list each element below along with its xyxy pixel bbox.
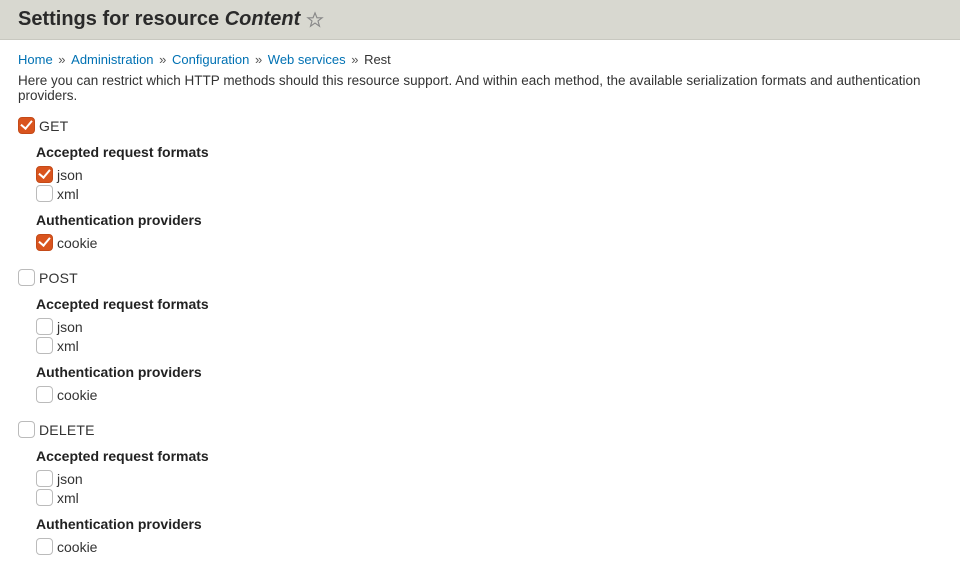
format-label[interactable]: xml <box>57 338 79 354</box>
auth-option-row: cookie <box>36 386 942 403</box>
auth-checkbox[interactable] <box>36 538 53 555</box>
format-option-row: json <box>36 318 942 335</box>
breadcrumb-separator: » <box>348 52 362 67</box>
page-title-resource: Content <box>225 8 301 30</box>
breadcrumb-item[interactable]: Configuration <box>172 52 249 67</box>
method-row: DELETE <box>18 421 942 438</box>
breadcrumb-item: Rest <box>364 52 391 67</box>
auth-checkbox[interactable] <box>36 234 53 251</box>
methods-container: GET Accepted request formats json xml Authen… <box>18 117 942 555</box>
auth-label[interactable]: cookie <box>57 539 97 555</box>
format-label[interactable]: json <box>57 471 83 487</box>
formats-heading: Accepted request formats <box>36 144 942 160</box>
page-header: Settings for resource Content <box>0 0 960 40</box>
format-label[interactable]: json <box>57 167 83 183</box>
method-row: POST <box>18 269 942 286</box>
method-body: Accepted request formats json xml Authentic… <box>18 296 942 403</box>
star-icon[interactable] <box>306 11 324 29</box>
auth-heading: Authentication providers <box>36 212 942 228</box>
format-label[interactable]: xml <box>57 490 79 506</box>
intro-text: Here you can restrict which HTTP methods… <box>18 73 942 103</box>
breadcrumb-separator: » <box>156 52 170 67</box>
auth-label[interactable]: cookie <box>57 235 97 251</box>
format-label[interactable]: xml <box>57 186 79 202</box>
format-checkbox[interactable] <box>36 318 53 335</box>
auth-checkbox[interactable] <box>36 386 53 403</box>
auth-label[interactable]: cookie <box>57 387 97 403</box>
format-label[interactable]: json <box>57 319 83 335</box>
format-option-row: json <box>36 166 942 183</box>
format-checkbox[interactable] <box>36 185 53 202</box>
page-title-prefix: Settings for resource <box>18 8 225 30</box>
method-label[interactable]: DELETE <box>39 422 95 438</box>
breadcrumb-item[interactable]: Administration <box>71 52 153 67</box>
method-body: Accepted request formats json xml Authentic… <box>18 144 942 251</box>
format-option-row: xml <box>36 337 942 354</box>
format-option-row: json <box>36 470 942 487</box>
method-checkbox[interactable] <box>18 117 35 134</box>
method-body: Accepted request formats json xml Authentic… <box>18 448 942 555</box>
auth-option-row: cookie <box>36 234 942 251</box>
format-option-row: xml <box>36 489 942 506</box>
breadcrumb-separator: » <box>55 52 69 67</box>
formats-heading: Accepted request formats <box>36 296 942 312</box>
formats-heading: Accepted request formats <box>36 448 942 464</box>
breadcrumb-item[interactable]: Home <box>18 52 53 67</box>
breadcrumb: Home » Administration » Configuration » … <box>18 52 942 67</box>
format-checkbox[interactable] <box>36 337 53 354</box>
method-row: GET <box>18 117 942 134</box>
breadcrumb-separator: » <box>251 52 265 67</box>
auth-heading: Authentication providers <box>36 364 942 380</box>
breadcrumb-item[interactable]: Web services <box>268 52 346 67</box>
format-checkbox[interactable] <box>36 166 53 183</box>
method-label[interactable]: GET <box>39 118 68 134</box>
method-checkbox[interactable] <box>18 269 35 286</box>
method-checkbox[interactable] <box>18 421 35 438</box>
page-title: Settings for resource Content <box>18 8 300 31</box>
auth-option-row: cookie <box>36 538 942 555</box>
format-option-row: xml <box>36 185 942 202</box>
format-checkbox[interactable] <box>36 470 53 487</box>
auth-heading: Authentication providers <box>36 516 942 532</box>
format-checkbox[interactable] <box>36 489 53 506</box>
method-label[interactable]: POST <box>39 270 78 286</box>
